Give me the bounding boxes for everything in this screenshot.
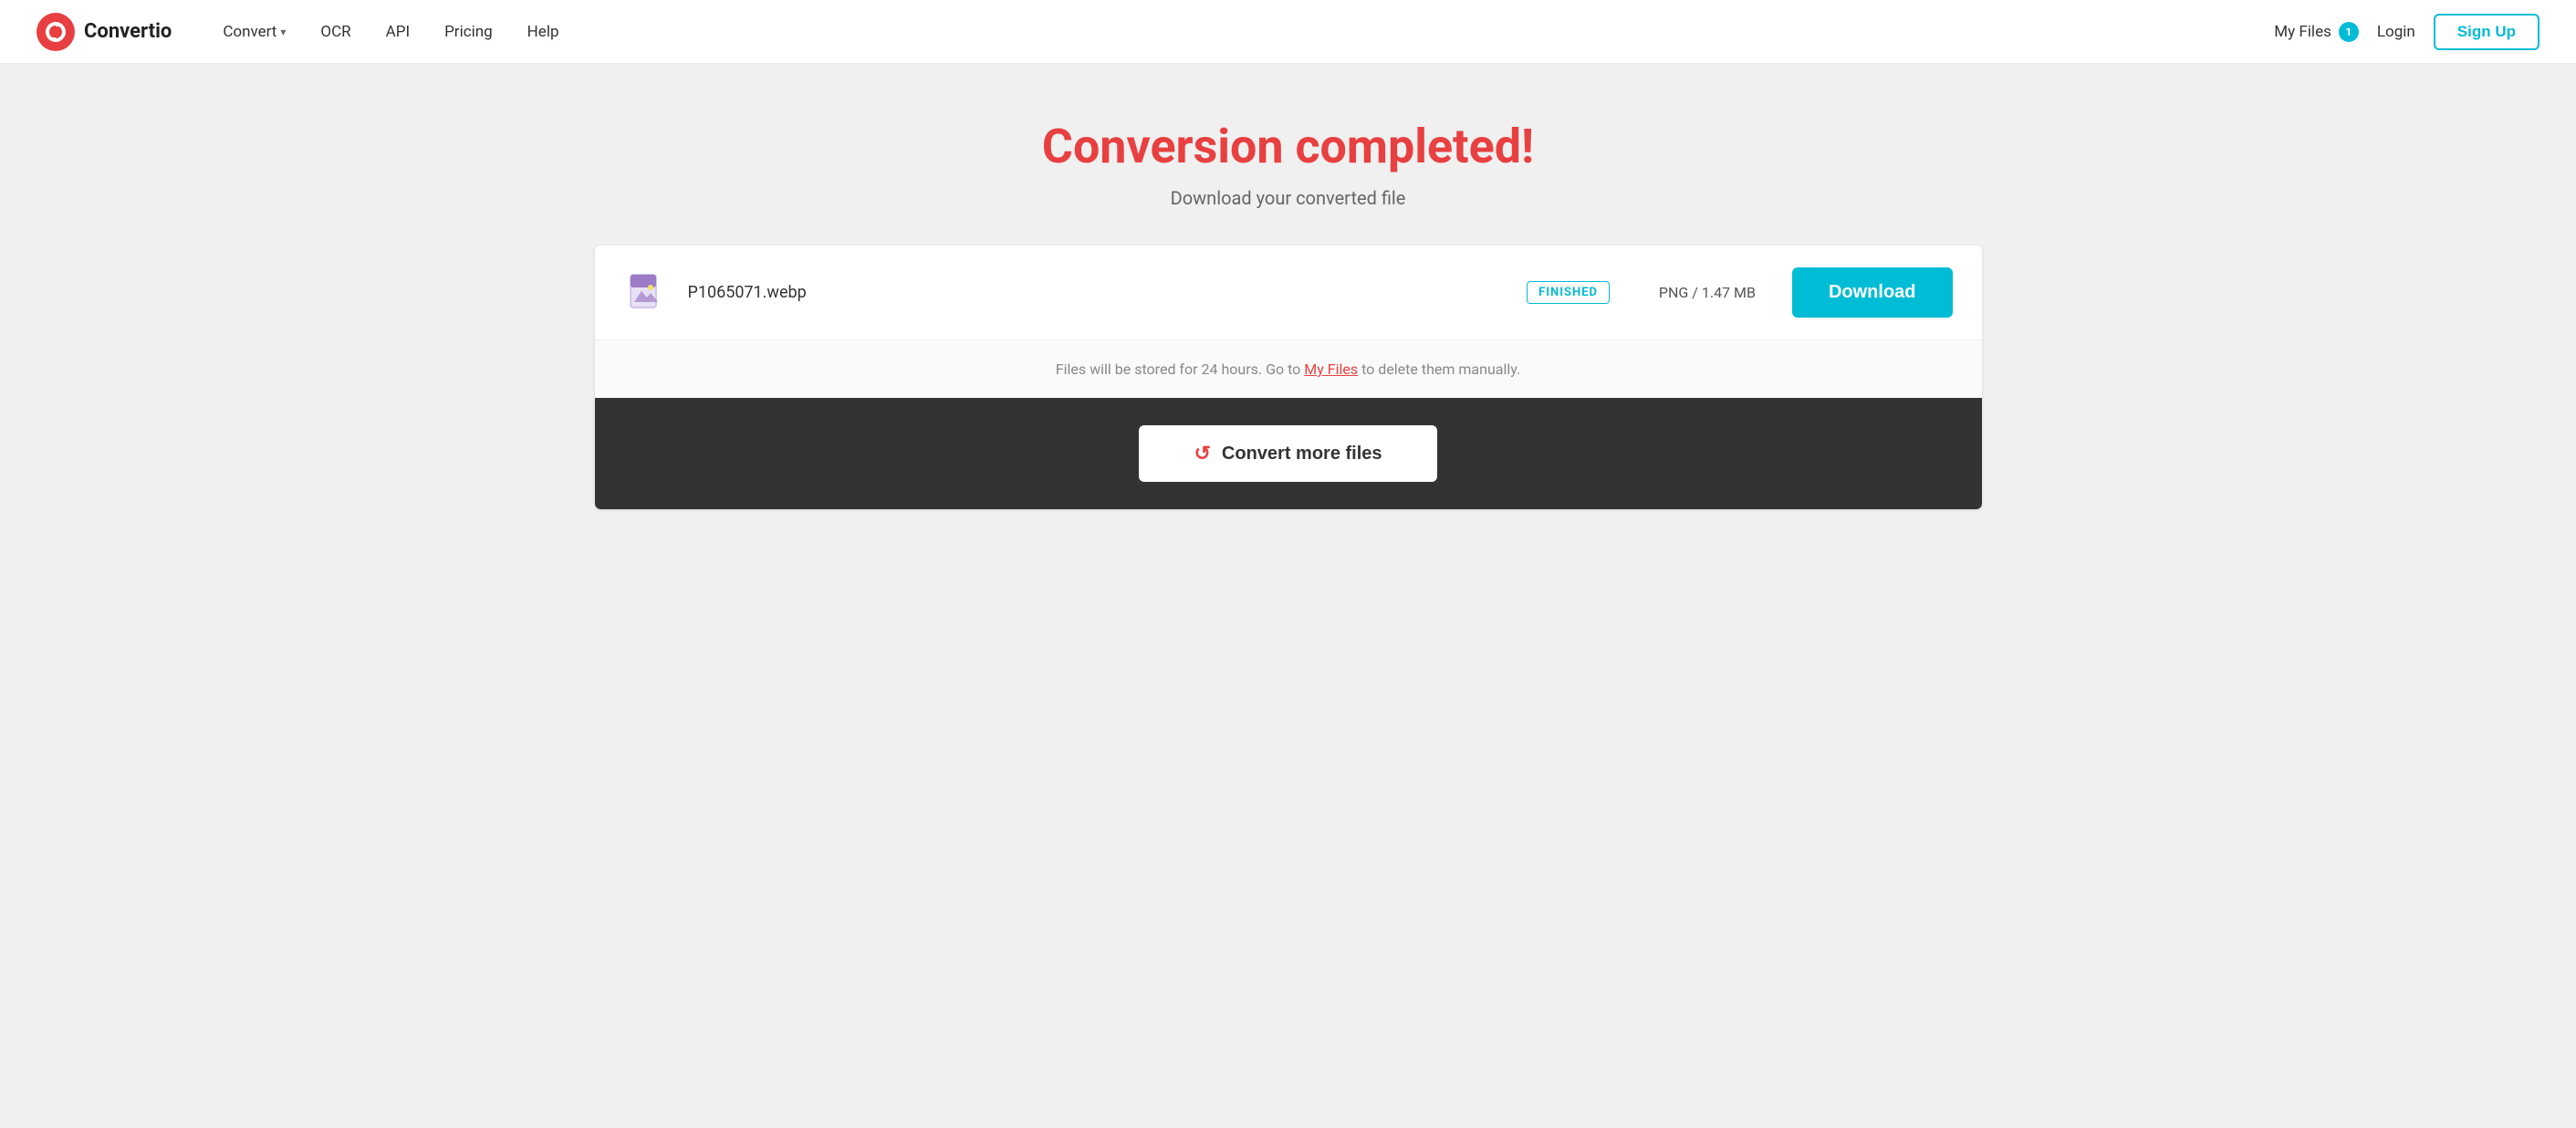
- nav-convert-label: Convert: [223, 23, 276, 41]
- hero-section: Conversion completed! Download your conv…: [37, 119, 2539, 209]
- nav-help[interactable]: Help: [513, 16, 574, 48]
- navbar-right: My Files 1 Login Sign Up: [2274, 14, 2539, 50]
- my-files-button[interactable]: My Files 1: [2274, 22, 2359, 42]
- nav-pricing-label: Pricing: [444, 23, 493, 41]
- file-row: P1065071.webp FINISHED PNG / 1.47 MB Dow…: [595, 245, 1982, 340]
- navbar: Convertio Convert ▾ OCR API Pricing Help…: [0, 0, 2576, 64]
- nav-api-label: API: [386, 23, 410, 41]
- nav-ocr-label: OCR: [320, 23, 350, 41]
- hero-subtitle: Download your converted file: [37, 187, 2539, 209]
- nav-help-label: Help: [527, 23, 559, 41]
- storage-text-after: to delete them manually.: [1358, 360, 1520, 378]
- status-badge: FINISHED: [1527, 281, 1610, 304]
- logo-link[interactable]: Convertio: [37, 13, 172, 51]
- logo-text: Convertio: [84, 20, 172, 43]
- login-button[interactable]: Login: [2377, 23, 2415, 41]
- file-type-icon: [627, 273, 667, 313]
- my-files-badge: 1: [2339, 22, 2359, 42]
- file-card-container: P1065071.webp FINISHED PNG / 1.47 MB Dow…: [595, 245, 1982, 509]
- main-content: Conversion completed! Download your conv…: [0, 64, 2576, 1128]
- signup-button[interactable]: Sign Up: [2434, 14, 2539, 50]
- my-files-label: My Files: [2274, 23, 2331, 41]
- logo-icon: [37, 13, 75, 51]
- convert-more-button[interactable]: ↺ Convert more files: [1139, 425, 1436, 482]
- download-button[interactable]: Download: [1792, 267, 1953, 318]
- file-name: P1065071.webp: [688, 283, 1509, 302]
- file-icon-wrap: [624, 270, 670, 316]
- storage-notice: Files will be stored for 24 hours. Go to…: [595, 340, 1982, 398]
- nav-menu: Convert ▾ OCR API Pricing Help: [208, 16, 2274, 48]
- storage-text-before: Files will be stored for 24 hours. Go to: [1056, 360, 1304, 378]
- nav-ocr[interactable]: OCR: [306, 16, 365, 48]
- convert-more-label: Convert more files: [1222, 444, 1382, 465]
- nav-pricing[interactable]: Pricing: [430, 16, 507, 48]
- nav-api[interactable]: API: [371, 16, 424, 48]
- chevron-down-icon: ▾: [280, 26, 286, 38]
- my-files-link[interactable]: My Files: [1304, 360, 1358, 378]
- refresh-icon: ↺: [1194, 442, 1210, 465]
- file-format-size: PNG / 1.47 MB: [1628, 284, 1756, 301]
- hero-title: Conversion completed!: [37, 119, 2539, 174]
- convert-more-section: ↺ Convert more files: [595, 398, 1982, 509]
- nav-convert[interactable]: Convert ▾: [208, 16, 300, 48]
